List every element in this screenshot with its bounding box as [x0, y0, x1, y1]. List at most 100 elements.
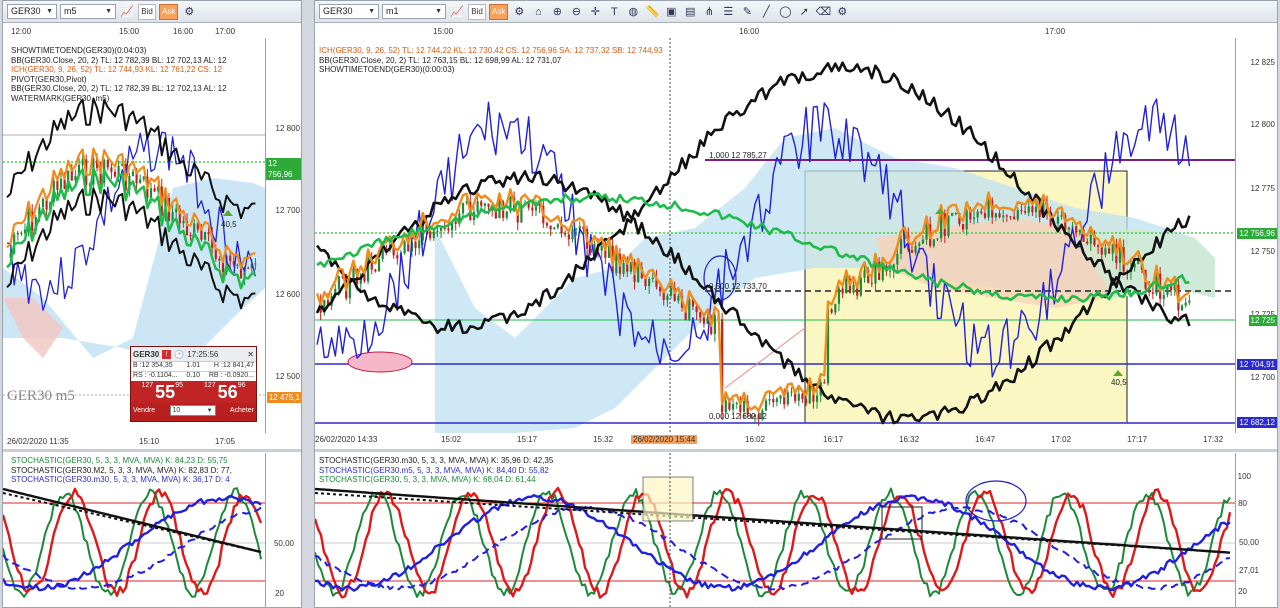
- right-candle-body: [600, 245, 603, 251]
- right-candle-body: [418, 240, 421, 249]
- right-candle-body: [567, 234, 570, 240]
- trade-time: 17:25:56: [187, 349, 219, 359]
- x-tick-highlight: 26/02/2020 15:44: [631, 435, 698, 444]
- chevron-down-icon: ▼: [105, 8, 112, 15]
- tools-icon[interactable]: ⚙: [511, 4, 527, 20]
- right-candle-body: [1170, 286, 1173, 291]
- right-y-axis: 12 825 12 800 12 775 12 750 12 725 12 70…: [1235, 38, 1277, 433]
- right-candle-body: [910, 250, 914, 253]
- right-candle-body: [677, 295, 680, 301]
- zoom-in-icon[interactable]: ⊕: [549, 4, 565, 20]
- right-candle-body: [786, 392, 789, 405]
- x-tick: 16:32: [899, 435, 920, 444]
- right-price-plot[interactable]: [315, 38, 1235, 433]
- legend-line: SHOWTIMETOEND(GER30)(0:00:03): [319, 65, 455, 74]
- right-candle-body: [1162, 294, 1165, 299]
- left-stochastic-chart[interactable]: STOCHASTIC(GER30, 5, 3, 3, MVA, MVA) K: …: [3, 453, 265, 607]
- right-price-chart[interactable]: ICH(GER30, 9, 26, 52) TL: 12 744,22 KL: …: [315, 38, 1235, 433]
- right-candle-body: [476, 201, 479, 212]
- right-candle-body: [797, 393, 800, 401]
- ellipse-icon[interactable]: ◯: [777, 4, 793, 20]
- chart-type-icon[interactable]: 📈: [449, 4, 465, 20]
- top-time-label: 16:00: [173, 27, 194, 36]
- bollinger-upper-line: [6, 97, 256, 220]
- pitchfork-icon[interactable]: ⋔: [701, 4, 717, 20]
- trade-prices: 127 5595 127 5696: [131, 381, 256, 403]
- right-candle-body: [976, 211, 979, 218]
- trade-ticket: GER30 ! 🕑 17:25:56 ✕ B :12 354,35 1.01 H…: [130, 346, 257, 422]
- timeframe-select[interactable]: m1 ▼: [382, 4, 446, 19]
- right-candle-body: [815, 395, 819, 402]
- quantity-select[interactable]: 10 ▼: [169, 404, 216, 416]
- current-price-label: 12 756,96: [1237, 228, 1277, 239]
- symbol-select[interactable]: GER30 ▼: [7, 4, 57, 19]
- right-candle-body: [545, 223, 549, 226]
- rb-value: RB : -0.0920...: [208, 372, 254, 379]
- right-candle-body: [845, 278, 848, 294]
- buy-button[interactable]: Acheter: [230, 407, 254, 414]
- high-value: H :12 841,47: [213, 362, 254, 369]
- right-candle-body: [1056, 216, 1060, 224]
- top-time-label: 17:00: [215, 27, 236, 36]
- zoom-out-icon[interactable]: ⊖: [568, 4, 584, 20]
- sell-price[interactable]: 127 5595: [142, 382, 183, 403]
- alert-icon[interactable]: !: [162, 349, 172, 359]
- symbol-select[interactable]: GER30 ▼: [319, 4, 379, 19]
- right-candle-body: [1034, 206, 1038, 213]
- y-tick: 27,01: [1238, 566, 1259, 575]
- chart-type-icon[interactable]: 📈: [119, 4, 135, 20]
- bid-button[interactable]: Bid: [468, 3, 486, 20]
- left-candle-body: [110, 167, 113, 172]
- right-stochastic-chart[interactable]: STOCHASTIC(GER30.m30, 5, 3, 3, MVA, MVA)…: [315, 453, 1235, 607]
- arrow-icon[interactable]: ➚: [796, 4, 812, 20]
- right-candle-body: [805, 399, 808, 404]
- kijun-price-label: 12 725: [1248, 315, 1277, 326]
- right-candle-body: [622, 262, 625, 274]
- tools-icon[interactable]: ⚙: [181, 4, 197, 20]
- point-label: 40,5: [221, 220, 237, 229]
- right-candle-body: [1100, 246, 1103, 255]
- legend-line: BB(GER30.Close, 20, 2) TL: 12 782,39 BL:…: [11, 84, 227, 93]
- left-candle-body: [254, 263, 257, 265]
- right-candle-body: [1086, 241, 1089, 244]
- right-candle-body: [980, 211, 983, 214]
- right-candle-body: [432, 231, 435, 239]
- right-candle-body: [1067, 227, 1070, 230]
- sell-main: 55: [155, 381, 176, 402]
- bid-button[interactable]: Bid: [138, 3, 156, 20]
- legend-line: BB(GER30.Close, 20, 2) TL: 12 782,39 BL:…: [11, 55, 227, 65]
- sell-button[interactable]: Vendre: [133, 407, 155, 414]
- buy-price[interactable]: 127 5696: [204, 382, 245, 403]
- right-candle-body: [1024, 211, 1027, 213]
- x-tick: 15:17: [517, 435, 538, 444]
- pane-separator[interactable]: [315, 449, 1277, 452]
- close-icon[interactable]: ✕: [247, 350, 256, 359]
- crosshair-icon[interactable]: ✛: [587, 4, 603, 20]
- right-candle-body: [702, 317, 705, 324]
- rs-step: 0.10: [186, 372, 201, 379]
- layout-icon[interactable]: ▤: [682, 4, 698, 20]
- ruler-icon[interactable]: 📏: [644, 4, 660, 20]
- right-candle-body: [648, 278, 651, 287]
- right-candle-body: [724, 400, 727, 413]
- left-stoch-y-axis: 50,00 20: [265, 453, 301, 607]
- right-candle-body: [972, 217, 976, 220]
- settings-icon[interactable]: ⚙: [834, 4, 850, 20]
- right-candle-body: [651, 277, 654, 279]
- right-candle-body: [987, 200, 990, 218]
- magnet-icon[interactable]: ⌂: [530, 4, 546, 20]
- right-candle-body: [666, 295, 669, 301]
- ask-button[interactable]: Ask: [489, 3, 509, 20]
- globe-icon[interactable]: ◍: [625, 4, 641, 20]
- ask-button[interactable]: Ask: [159, 3, 179, 20]
- right-candle-body: [549, 225, 552, 230]
- pane-separator[interactable]: [3, 449, 301, 452]
- pencil-icon[interactable]: ✎: [739, 4, 755, 20]
- text-icon[interactable]: T: [606, 4, 622, 20]
- eraser-icon[interactable]: ⌫: [815, 4, 832, 20]
- image-icon[interactable]: ▣: [663, 4, 679, 20]
- timeframe-select[interactable]: m5 ▼: [60, 4, 116, 19]
- lines-icon[interactable]: ☰: [720, 4, 736, 20]
- x-tick: 15:10: [139, 437, 160, 446]
- trendline-icon[interactable]: ╱: [758, 4, 774, 20]
